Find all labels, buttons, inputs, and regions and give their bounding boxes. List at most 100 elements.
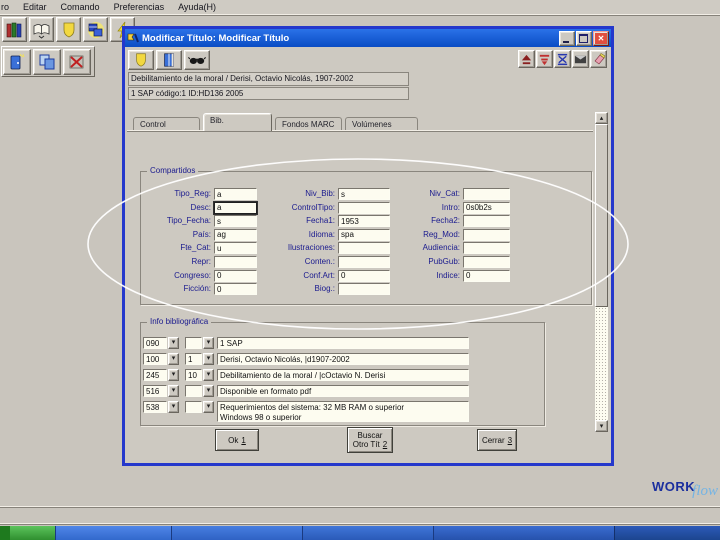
tipo-reg-input[interactable] xyxy=(214,188,257,200)
marc-value-textarea[interactable]: Requerimientos del sistema: 32 MB RAM o … xyxy=(217,401,469,422)
copy-button[interactable] xyxy=(33,48,61,75)
field-label: Idioma: xyxy=(308,229,335,239)
menu-item-fichero[interactable]: ro xyxy=(0,1,16,14)
marc-indicator-input[interactable] xyxy=(185,369,202,381)
intro-input[interactable] xyxy=(463,201,510,214)
vertical-scrollbar[interactable]: ▴ ▾ xyxy=(595,112,608,432)
conf-art-input[interactable] xyxy=(338,269,390,282)
cerrar-button[interactable]: Cerrar 3 xyxy=(477,429,517,451)
marc-indicator-input[interactable] xyxy=(185,385,202,397)
niv-bib-input[interactable] xyxy=(338,188,390,200)
save-record-button[interactable] xyxy=(128,50,154,70)
field-row: Intro: xyxy=(393,201,510,214)
tipo-fecha-input[interactable] xyxy=(214,215,257,228)
marc-tag-input[interactable] xyxy=(143,369,167,381)
tag-dropdown-button[interactable] xyxy=(168,353,179,365)
openbook-button[interactable] xyxy=(29,17,54,42)
scrollbar-thumb[interactable] xyxy=(595,124,608,307)
conten-input[interactable] xyxy=(338,255,390,268)
marc-value-input[interactable] xyxy=(217,385,469,397)
tab-fondos-marc[interactable]: Fondos MARC xyxy=(275,117,342,131)
controltipo-input[interactable] xyxy=(338,201,390,214)
buscar-otro-button[interactable]: Buscar Otro Tít 2 xyxy=(347,427,393,453)
minimize-button[interactable] xyxy=(559,30,575,46)
fte-cat-input[interactable] xyxy=(214,242,257,255)
menu-item-comando[interactable]: Comando xyxy=(54,1,107,14)
tab-volumenes[interactable]: Volúmenes xyxy=(345,117,418,131)
catalog-button[interactable] xyxy=(2,17,27,42)
exit-button[interactable] xyxy=(3,48,31,75)
niv-cat-input[interactable] xyxy=(463,188,510,200)
taskbar-button-1[interactable] xyxy=(55,526,171,540)
audiencia-input[interactable] xyxy=(463,242,510,255)
field-row: Repr: xyxy=(142,255,257,268)
delete-button[interactable] xyxy=(63,48,91,75)
start-button[interactable] xyxy=(10,526,55,540)
tag-dropdown-button[interactable] xyxy=(168,337,179,349)
indicator-dropdown-button[interactable] xyxy=(203,401,214,413)
fecha1-input[interactable] xyxy=(338,215,390,228)
indicator-dropdown-button[interactable] xyxy=(203,353,214,365)
row-up-button[interactable] xyxy=(518,50,535,68)
indicator-dropdown-button[interactable] xyxy=(203,385,214,397)
memo-button[interactable] xyxy=(572,50,589,68)
indicator-dropdown-button[interactable] xyxy=(203,369,214,381)
menu-item-editar[interactable]: Editar xyxy=(16,1,54,14)
field-row: Tipo_Reg: xyxy=(142,188,257,200)
biog-input[interactable] xyxy=(338,283,390,296)
marc-tag-input[interactable] xyxy=(143,385,167,397)
ilustraciones-input[interactable] xyxy=(338,242,390,255)
ok-button[interactable]: Ok 1 xyxy=(215,429,259,451)
tab-control[interactable]: Control xyxy=(133,117,200,131)
menu-item-ayuda[interactable]: Ayuda(H) xyxy=(171,1,223,14)
idioma-input[interactable] xyxy=(338,228,390,241)
marc-indicator-input[interactable] xyxy=(185,337,202,349)
taskbar-tray[interactable] xyxy=(614,526,720,540)
row-down-button[interactable] xyxy=(536,50,553,68)
field-row: Ficción: xyxy=(142,283,257,296)
shield-button[interactable] xyxy=(56,17,81,42)
dialog-titlebar[interactable]: Modificar Título: Modificar Título xyxy=(125,29,611,47)
taskbar-button-2[interactable] xyxy=(171,526,302,540)
book-button[interactable] xyxy=(156,50,182,70)
taskbar-button-4[interactable] xyxy=(433,526,614,540)
indice-input[interactable] xyxy=(463,269,510,282)
maximize-button[interactable] xyxy=(576,30,592,46)
main-toolbar xyxy=(2,17,135,42)
marc-indicator-input[interactable] xyxy=(185,353,202,365)
arrow-down-icon: ▾ xyxy=(599,423,604,430)
reg-mod-input[interactable] xyxy=(463,228,510,241)
indicator-dropdown-button[interactable] xyxy=(203,337,214,349)
marc-value-input[interactable] xyxy=(217,353,469,365)
scroll-down-button[interactable]: ▾ xyxy=(595,420,608,432)
congreso-input[interactable] xyxy=(214,269,257,282)
start-button-edge[interactable] xyxy=(0,526,10,540)
scroll-up-button[interactable]: ▴ xyxy=(595,112,608,124)
tag-dropdown-button[interactable] xyxy=(168,401,179,413)
pais-input[interactable] xyxy=(214,228,257,241)
marc-indicator-input[interactable] xyxy=(185,401,202,413)
workflows-logo: WORKflow xyxy=(652,478,718,499)
desc-input[interactable] xyxy=(214,201,257,214)
pubgub-input[interactable] xyxy=(463,255,510,268)
menu-item-preferencias[interactable]: Preferencias xyxy=(107,1,172,14)
marc-value-input[interactable] xyxy=(217,337,469,349)
repr-input[interactable] xyxy=(214,255,257,268)
marc-tag-input[interactable] xyxy=(143,353,167,365)
marc-value-input[interactable] xyxy=(217,369,469,381)
ok-accel: 1 xyxy=(241,435,246,445)
windows-button[interactable] xyxy=(83,17,108,42)
preview-button[interactable] xyxy=(184,50,210,70)
delete-row-button[interactable] xyxy=(554,50,571,68)
tag-dropdown-button[interactable] xyxy=(168,369,179,381)
marc-tag-input[interactable] xyxy=(143,401,167,413)
marc-row xyxy=(143,353,469,365)
close-button[interactable] xyxy=(593,30,609,46)
tag-dropdown-button[interactable] xyxy=(168,385,179,397)
marc-tag-input[interactable] xyxy=(143,337,167,349)
erase-button[interactable] xyxy=(590,50,607,68)
ficcion-input[interactable] xyxy=(214,283,257,296)
fecha2-input[interactable] xyxy=(463,215,510,228)
taskbar-button-3[interactable] xyxy=(302,526,433,540)
tab-bib[interactable]: Bib. xyxy=(203,113,272,131)
